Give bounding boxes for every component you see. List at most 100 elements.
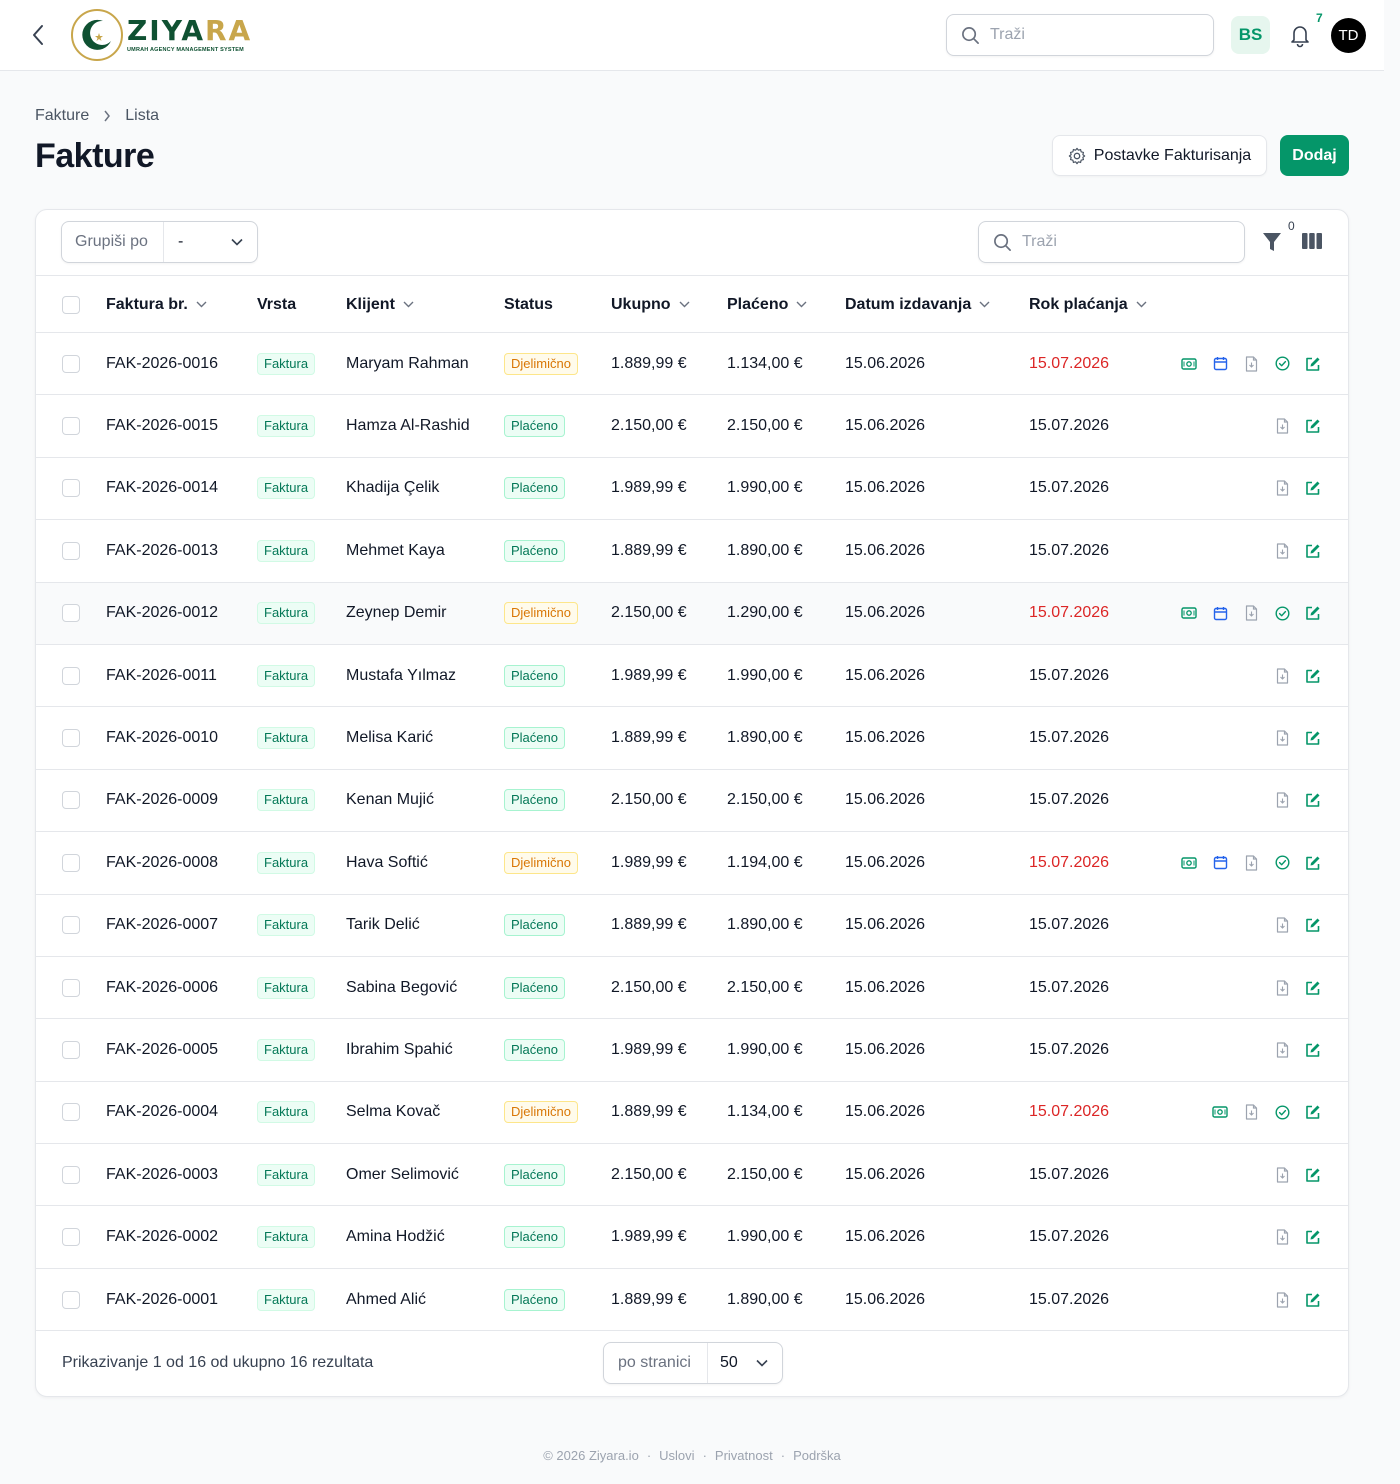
table-row[interactable]: FAK-2026-0003 Faktura Omer Selimović Pla… bbox=[36, 1144, 1348, 1207]
row-checkbox[interactable] bbox=[62, 916, 80, 935]
row-action-pdf-button[interactable] bbox=[1273, 916, 1291, 934]
invoice-number[interactable]: FAK-2026-0006 bbox=[106, 957, 218, 1018]
table-row[interactable]: FAK-2026-0001 Faktura Ahmed Alić Plaćeno… bbox=[36, 1269, 1348, 1332]
breadcrumb-parent[interactable]: Fakture bbox=[35, 107, 89, 125]
row-checkbox[interactable] bbox=[62, 978, 80, 997]
table-row[interactable]: FAK-2026-0007 Faktura Tarik Delić Plaćen… bbox=[36, 895, 1348, 957]
row-action-edit-button[interactable] bbox=[1304, 791, 1322, 809]
row-action-pdf-button[interactable] bbox=[1273, 1228, 1291, 1246]
invoice-number[interactable]: FAK-2026-0013 bbox=[106, 520, 218, 581]
row-action-check-button[interactable] bbox=[1273, 1103, 1291, 1121]
row-checkbox[interactable] bbox=[62, 729, 80, 748]
global-search-input[interactable] bbox=[990, 26, 1190, 44]
table-row[interactable]: FAK-2026-0011 Faktura Mustafa Yılmaz Pla… bbox=[36, 645, 1348, 708]
row-action-edit-button[interactable] bbox=[1304, 1166, 1322, 1184]
row-action-pdf-button[interactable] bbox=[1273, 479, 1291, 497]
row-checkbox[interactable] bbox=[62, 604, 80, 623]
invoice-number[interactable]: FAK-2026-0004 bbox=[106, 1082, 218, 1143]
row-action-edit-button[interactable] bbox=[1304, 667, 1322, 685]
invoice-number[interactable]: FAK-2026-0016 bbox=[106, 333, 218, 394]
invoice-number[interactable]: FAK-2026-0011 bbox=[106, 645, 217, 706]
row-checkbox[interactable] bbox=[62, 1228, 80, 1247]
global-search[interactable] bbox=[946, 14, 1214, 56]
invoice-number[interactable]: FAK-2026-0002 bbox=[106, 1206, 218, 1267]
row-action-pdf-button[interactable] bbox=[1273, 791, 1291, 809]
back-button[interactable] bbox=[26, 22, 50, 48]
column-header-client[interactable]: Klijent bbox=[346, 276, 414, 333]
row-action-edit-button[interactable] bbox=[1304, 854, 1322, 872]
row-action-pdf-button[interactable] bbox=[1273, 729, 1291, 747]
row-checkbox[interactable] bbox=[62, 354, 80, 373]
invoice-number[interactable]: FAK-2026-0010 bbox=[106, 707, 218, 768]
row-action-edit-button[interactable] bbox=[1304, 542, 1322, 560]
row-action-check-button[interactable] bbox=[1273, 854, 1291, 872]
table-search[interactable] bbox=[978, 221, 1245, 263]
row-checkbox[interactable] bbox=[62, 479, 80, 498]
row-action-payment-button[interactable] bbox=[1211, 1103, 1229, 1121]
footer-link-terms[interactable]: Uslovi bbox=[659, 1448, 694, 1463]
table-row[interactable]: FAK-2026-0016 Faktura Maryam Rahman Djel… bbox=[36, 333, 1348, 396]
invoice-settings-button[interactable]: Postavke Fakturisanja bbox=[1052, 135, 1267, 176]
table-row[interactable]: FAK-2026-0009 Faktura Kenan Mujić Plaćen… bbox=[36, 770, 1348, 833]
per-page-control[interactable]: po stranici 50 bbox=[603, 1342, 783, 1384]
column-header-due-date[interactable]: Rok plaćanja bbox=[1029, 276, 1147, 333]
row-action-payment-button[interactable] bbox=[1180, 355, 1198, 373]
row-action-edit-button[interactable] bbox=[1304, 729, 1322, 747]
row-action-edit-button[interactable] bbox=[1304, 479, 1322, 497]
row-action-pdf-button[interactable] bbox=[1242, 355, 1260, 373]
column-header-number[interactable]: Faktura br. bbox=[106, 276, 207, 333]
row-action-edit-button[interactable] bbox=[1304, 1291, 1322, 1309]
row-checkbox[interactable] bbox=[62, 853, 80, 872]
row-checkbox[interactable] bbox=[62, 791, 80, 810]
row-action-pdf-button[interactable] bbox=[1273, 542, 1291, 560]
row-action-pdf-button[interactable] bbox=[1273, 1166, 1291, 1184]
invoice-number[interactable]: FAK-2026-0008 bbox=[106, 832, 218, 893]
user-avatar[interactable]: TD bbox=[1331, 18, 1366, 53]
table-row[interactable]: FAK-2026-0002 Faktura Amina Hodžić Plaće… bbox=[36, 1206, 1348, 1269]
table-row[interactable]: FAK-2026-0010 Faktura Melisa Karić Plaće… bbox=[36, 707, 1348, 770]
row-checkbox[interactable] bbox=[62, 417, 80, 436]
row-checkbox[interactable] bbox=[62, 541, 80, 560]
invoice-number[interactable]: FAK-2026-0015 bbox=[106, 395, 218, 456]
row-action-pdf-button[interactable] bbox=[1242, 854, 1260, 872]
row-action-edit-button[interactable] bbox=[1304, 979, 1322, 997]
row-checkbox[interactable] bbox=[62, 1103, 80, 1122]
group-by-select[interactable]: - bbox=[164, 233, 257, 251]
table-row[interactable]: FAK-2026-0005 Faktura Ibrahim Spahić Pla… bbox=[36, 1019, 1348, 1082]
select-all-checkbox[interactable] bbox=[62, 295, 80, 314]
invoice-number[interactable]: FAK-2026-0003 bbox=[106, 1144, 218, 1205]
row-checkbox[interactable] bbox=[62, 1040, 80, 1059]
column-header-issue-date[interactable]: Datum izdavanja bbox=[845, 276, 990, 333]
filter-button[interactable] bbox=[1262, 231, 1284, 253]
row-checkbox[interactable] bbox=[62, 1165, 80, 1184]
row-action-pdf-button[interactable] bbox=[1273, 1291, 1291, 1309]
table-row[interactable]: FAK-2026-0014 Faktura Khadija Çelik Plać… bbox=[36, 458, 1348, 521]
row-action-calendar-button[interactable] bbox=[1211, 604, 1229, 622]
column-header-paid[interactable]: Plaćeno bbox=[727, 276, 807, 333]
row-action-payment-button[interactable] bbox=[1180, 604, 1198, 622]
footer-link-privacy[interactable]: Privatnost bbox=[715, 1448, 773, 1463]
invoice-number[interactable]: FAK-2026-0001 bbox=[106, 1269, 218, 1330]
row-action-pdf-button[interactable] bbox=[1242, 1103, 1260, 1121]
row-action-edit-button[interactable] bbox=[1304, 604, 1322, 622]
brand-logo[interactable]: ZIYARA UMRAH AGENCY MANAGEMENT SYSTEM bbox=[71, 9, 252, 61]
row-action-edit-button[interactable] bbox=[1304, 1041, 1322, 1059]
row-action-edit-button[interactable] bbox=[1304, 1228, 1322, 1246]
row-action-edit-button[interactable] bbox=[1304, 916, 1322, 934]
row-action-pdf-button[interactable] bbox=[1273, 417, 1291, 435]
columns-toggle-button[interactable] bbox=[1302, 233, 1322, 251]
notifications-button[interactable] bbox=[1288, 22, 1312, 48]
invoice-number[interactable]: FAK-2026-0014 bbox=[106, 458, 218, 519]
invoice-number[interactable]: FAK-2026-0012 bbox=[106, 583, 218, 644]
invoice-number[interactable]: FAK-2026-0007 bbox=[106, 895, 218, 956]
table-row[interactable]: FAK-2026-0008 Faktura Hava Softić Djelim… bbox=[36, 832, 1348, 895]
invoice-number[interactable]: FAK-2026-0005 bbox=[106, 1019, 218, 1080]
language-switcher[interactable]: BS bbox=[1231, 16, 1270, 54]
table-row[interactable]: FAK-2026-0004 Faktura Selma Kovač Djelim… bbox=[36, 1082, 1348, 1145]
table-row[interactable]: FAK-2026-0013 Faktura Mehmet Kaya Plaćen… bbox=[36, 520, 1348, 583]
row-action-pdf-button[interactable] bbox=[1242, 604, 1260, 622]
row-action-edit-button[interactable] bbox=[1304, 1103, 1322, 1121]
invoice-number[interactable]: FAK-2026-0009 bbox=[106, 770, 218, 831]
row-action-pdf-button[interactable] bbox=[1273, 979, 1291, 997]
row-action-edit-button[interactable] bbox=[1304, 355, 1322, 373]
